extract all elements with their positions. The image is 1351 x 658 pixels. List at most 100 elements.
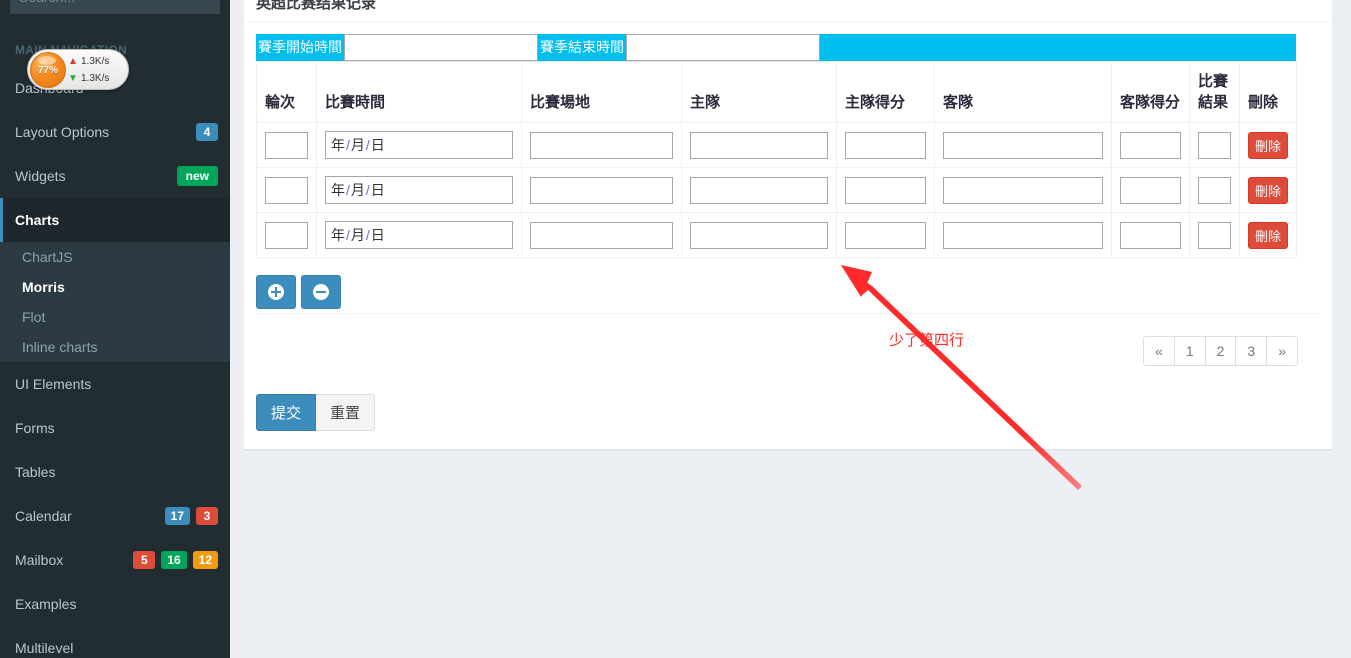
col-header-away-team: 客隊 (934, 61, 1112, 123)
cell-home-score (836, 212, 935, 258)
status-badge: 4 (196, 123, 218, 141)
season-start-input[interactable] (344, 34, 538, 61)
venue-input[interactable] (530, 176, 673, 204)
sidebar-item-examples[interactable]: Examples (0, 582, 230, 626)
home-score-input[interactable] (845, 221, 926, 249)
away-team-input[interactable] (943, 131, 1103, 159)
sidebar-subitem-label: ChartJS (22, 249, 73, 265)
down-arrow-icon: ▼ (68, 73, 78, 84)
remove-row-button[interactable] (301, 275, 341, 309)
delete-row-button[interactable]: 刪除 (1248, 176, 1289, 204)
sidebar: MAIN NAVIGATION Dashboard Layout Options… (0, 0, 230, 658)
table-row: 年 / 月 / 日 刪除 (256, 212, 1297, 258)
match-date-input[interactable]: 年 / 月 / 日 (325, 176, 513, 204)
col-header-round: 輪次 (256, 61, 317, 123)
search-input[interactable] (11, 0, 219, 13)
delete-row-button[interactable]: 刪除 (1248, 221, 1289, 249)
sidebar-subitem-morris[interactable]: Morris (0, 272, 230, 302)
page-title: 英超比赛结果记录 (256, 0, 377, 12)
pagination-prev[interactable]: « (1144, 337, 1175, 365)
sidebar-item-charts[interactable]: Charts (0, 198, 230, 242)
cell-home-team (681, 122, 837, 168)
cell-venue (521, 167, 682, 213)
away-team-input[interactable] (943, 176, 1103, 204)
date-separator: / (365, 182, 370, 198)
season-end-input[interactable] (626, 34, 820, 61)
away-score-input[interactable] (1120, 221, 1181, 249)
cell-venue (521, 212, 682, 258)
date-separator: / (346, 227, 350, 243)
sidebar-subitem-chartjs[interactable]: ChartJS (0, 242, 230, 272)
sidebar-item-ui-elements[interactable]: UI Elements (0, 362, 230, 406)
home-team-input[interactable] (690, 176, 828, 204)
upload-rate-row: ▲ 1.3K/s (68, 53, 109, 70)
date-year-placeholder: 年 (331, 182, 345, 198)
cpu-gauge: 77% (30, 52, 66, 88)
home-score-input[interactable] (845, 131, 926, 159)
badge-group: 17 3 (164, 494, 218, 538)
result-input[interactable] (1198, 131, 1231, 159)
cell-home-score (836, 122, 935, 168)
venue-input[interactable] (530, 221, 673, 249)
round-input[interactable] (265, 131, 308, 159)
cell-delete: 刪除 (1239, 212, 1297, 258)
pagination-next[interactable]: » (1267, 337, 1297, 365)
status-badge: 5 (133, 551, 156, 569)
away-score-input[interactable] (1120, 131, 1181, 159)
network-monitor-widget[interactable]: 77% ▲ 1.3K/s ▼ 1.3K/s (27, 49, 129, 90)
sidebar-subitem-flot[interactable]: Flot (0, 302, 230, 332)
status-badge: 16 (161, 551, 187, 569)
date-day-placeholder: 日 (370, 137, 385, 153)
home-team-input[interactable] (690, 131, 828, 159)
cell-home-team (681, 212, 837, 258)
venue-input[interactable] (530, 131, 673, 159)
result-input[interactable] (1198, 221, 1231, 249)
away-score-input[interactable] (1120, 176, 1181, 204)
badge-group: new (176, 154, 218, 198)
sidebar-subitem-label: Inline charts (22, 339, 98, 355)
cell-result (1189, 212, 1240, 258)
add-row-button[interactable] (256, 275, 296, 309)
season-start-label: 賽季開始時間 (256, 34, 344, 61)
minus-circle-icon (313, 284, 329, 300)
delete-row-button[interactable]: 刪除 (1248, 131, 1289, 159)
date-separator: / (346, 182, 350, 198)
sidebar-item-mailbox[interactable]: Mailbox 5 16 12 (0, 538, 230, 582)
cell-match-time: 年 / 月 / 日 (316, 167, 522, 213)
download-rate-row: ▼ 1.3K/s (68, 70, 109, 87)
sidebar-item-label: Examples (15, 596, 77, 612)
col-header-result: 比賽 結果 (1189, 61, 1240, 123)
pagination-page-1[interactable]: 1 (1175, 337, 1206, 365)
round-input[interactable] (265, 221, 308, 249)
sidebar-item-widgets[interactable]: Widgets new (0, 154, 230, 198)
up-arrow-icon: ▲ (68, 56, 78, 67)
status-badge: 17 (164, 507, 190, 525)
pagination-page-2[interactable]: 2 (1206, 337, 1237, 365)
date-month-placeholder: 月 (350, 137, 365, 153)
pagination-page-3[interactable]: 3 (1236, 337, 1268, 365)
match-date-input[interactable]: 年 / 月 / 日 (325, 131, 513, 159)
sidebar-search[interactable] (10, 0, 220, 14)
row-controls (256, 275, 1320, 309)
season-end-label: 賽季結束時間 (538, 34, 626, 61)
cell-match-time: 年 / 月 / 日 (316, 122, 522, 168)
cell-venue (521, 122, 682, 168)
home-score-input[interactable] (845, 176, 926, 204)
sidebar-item-multilevel[interactable]: Multilevel (0, 626, 230, 658)
result-input[interactable] (1198, 176, 1231, 204)
sidebar-item-tables[interactable]: Tables (0, 450, 230, 494)
cell-delete: 刪除 (1239, 167, 1297, 213)
reset-button[interactable]: 重置 (316, 394, 376, 431)
col-header-delete: 刪除 (1239, 61, 1297, 123)
home-team-input[interactable] (690, 221, 828, 249)
cell-result (1189, 122, 1240, 168)
round-input[interactable] (265, 176, 308, 204)
sidebar-item-layout-options[interactable]: Layout Options 4 (0, 110, 230, 154)
sidebar-subitem-inline-charts[interactable]: Inline charts (0, 332, 230, 362)
sidebar-item-forms[interactable]: Forms (0, 406, 230, 450)
match-date-input[interactable]: 年 / 月 / 日 (325, 221, 513, 249)
away-team-input[interactable] (943, 221, 1103, 249)
submit-button[interactable]: 提交 (256, 394, 317, 431)
sidebar-item-calendar[interactable]: Calendar 17 3 (0, 494, 230, 538)
box-header: 英超比赛结果记录 (244, 0, 1332, 22)
